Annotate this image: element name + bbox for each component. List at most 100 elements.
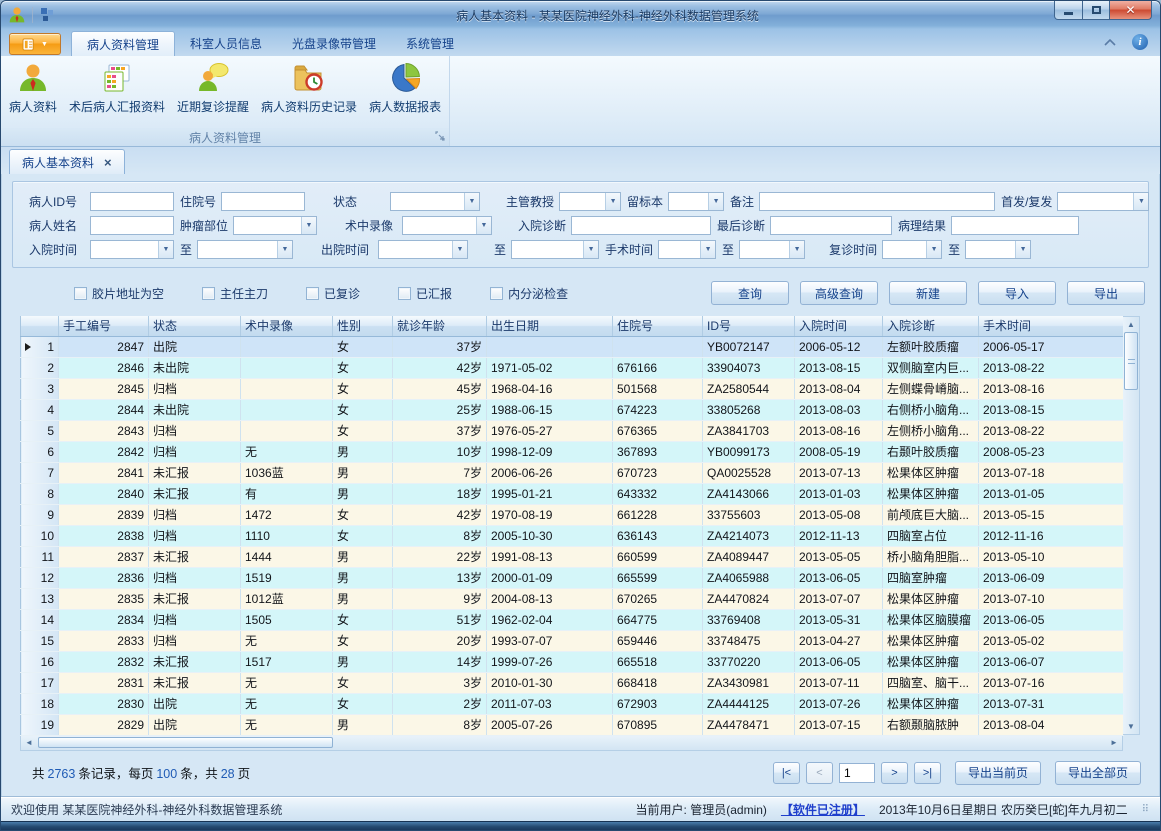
minimize-button[interactable] bbox=[1054, 1, 1083, 20]
intraop-video-combo[interactable]: ▼ bbox=[402, 216, 492, 235]
status-combo[interactable]: ▼ bbox=[390, 192, 480, 211]
chevron-down-icon[interactable]: ▼ bbox=[789, 241, 804, 258]
next-page-button[interactable]: > bbox=[881, 762, 908, 784]
followup-time-to-combo[interactable]: ▼ bbox=[965, 240, 1031, 259]
checkbox-icon[interactable] bbox=[490, 287, 503, 300]
specimen-combo[interactable]: ▼ bbox=[668, 192, 724, 211]
chevron-down-icon[interactable]: ▼ bbox=[277, 241, 292, 258]
table-row[interactable]: 22846未出院女42岁1971-05-02676166339040732013… bbox=[21, 357, 1124, 378]
followed-up-checkbox[interactable]: 已复诊 bbox=[306, 285, 360, 302]
close-button[interactable]: ✕ bbox=[1110, 1, 1152, 20]
professor-combo[interactable]: ▼ bbox=[559, 192, 621, 211]
table-row[interactable]: 112837未汇报1444男22岁1991-08-13660599ZA40894… bbox=[21, 546, 1124, 567]
export-all-pages-button[interactable]: 导出全部页 bbox=[1055, 761, 1141, 785]
info-icon[interactable]: i bbox=[1132, 34, 1148, 50]
chevron-down-icon[interactable]: ▼ bbox=[1133, 193, 1148, 210]
table-row[interactable]: 122836归档1519男13岁2000-01-09665599ZA406598… bbox=[21, 567, 1124, 588]
vertical-scroll-thumb[interactable] bbox=[1124, 332, 1138, 390]
table-row[interactable]: 152833归档无女20岁1993-07-0765944633748475201… bbox=[21, 630, 1124, 651]
table-row[interactable]: 52843归档女37岁1976-05-27676365ZA38417032013… bbox=[21, 420, 1124, 441]
ribbon-tab-department-staff-info[interactable]: 科室人员信息 bbox=[175, 31, 277, 56]
license-registered-link[interactable]: 【软件已注册】 bbox=[781, 801, 865, 818]
column-header-住院号[interactable]: 住院号 bbox=[613, 316, 703, 336]
surgery-time-from-combo[interactable]: ▼ bbox=[658, 240, 716, 259]
table-row[interactable]: 192829出院无男8岁2005-07-26670895ZA4478471201… bbox=[21, 714, 1124, 735]
table-row[interactable]: 92839归档1472女42岁1970-08-19661228337556032… bbox=[21, 504, 1124, 525]
table-row[interactable]: 172831未汇报无女3岁2010-01-30668418ZA343098120… bbox=[21, 672, 1124, 693]
export-current-page-button[interactable]: 导出当前页 bbox=[955, 761, 1041, 785]
remarks-input[interactable] bbox=[759, 192, 995, 211]
chevron-down-icon[interactable]: ▼ bbox=[700, 241, 715, 258]
patient-report-button[interactable]: 病人数据报表 bbox=[363, 58, 447, 128]
chevron-down-icon[interactable]: ▼ bbox=[158, 241, 173, 258]
vertical-scrollbar[interactable]: ▲ ▼ bbox=[1123, 316, 1140, 735]
tab-patient-basic-info[interactable]: 病人基本资料 × bbox=[9, 149, 125, 174]
checkbox-icon[interactable] bbox=[398, 287, 411, 300]
discharge-time-from-combo[interactable]: ▼ bbox=[378, 240, 468, 259]
scroll-right-icon[interactable]: ► bbox=[1106, 736, 1122, 749]
followup-time-from-combo[interactable]: ▼ bbox=[882, 240, 942, 259]
patient-data-button[interactable]: 病人资料 bbox=[3, 58, 63, 128]
table-row[interactable]: 72841未汇报1036蓝男7岁2006-06-26670723QA002552… bbox=[21, 462, 1124, 483]
checkbox-icon[interactable] bbox=[74, 287, 87, 300]
scroll-up-icon[interactable]: ▲ bbox=[1123, 317, 1139, 332]
column-header-手工编号[interactable]: 手工编号 bbox=[59, 316, 149, 336]
ribbon-tab-disc-video-management[interactable]: 光盘录像带管理 bbox=[277, 31, 391, 56]
chevron-down-icon[interactable]: ▼ bbox=[605, 193, 620, 210]
table-row[interactable]: 12847出院女37岁YB00721472006-05-12左额叶胶质瘤2006… bbox=[21, 336, 1124, 357]
reported-checkbox[interactable]: 已汇报 bbox=[398, 285, 452, 302]
column-header-手术时间[interactable]: 手术时间 bbox=[979, 316, 1124, 336]
table-row[interactable]: 32845归档女45岁1968-04-16501568ZA25805442013… bbox=[21, 378, 1124, 399]
patient-name-input[interactable] bbox=[90, 216, 174, 235]
table-row[interactable]: 132835未汇报1012蓝男9岁2004-08-13670265ZA44708… bbox=[21, 588, 1124, 609]
checkbox-icon[interactable] bbox=[202, 287, 215, 300]
followup-reminder-button[interactable]: 近期复诊提醒 bbox=[171, 58, 255, 128]
discharge-time-to-combo[interactable]: ▼ bbox=[511, 240, 599, 259]
first-page-button[interactable]: |< bbox=[773, 762, 800, 784]
chief-surgeon-checkbox[interactable]: 主任主刀 bbox=[202, 285, 268, 302]
export-button[interactable]: 导出 bbox=[1067, 281, 1145, 305]
checkbox-icon[interactable] bbox=[306, 287, 319, 300]
patient-id-input[interactable] bbox=[90, 192, 174, 211]
new-button[interactable]: 新建 bbox=[889, 281, 967, 305]
ribbon-tab-patient-data-management[interactable]: 病人资料管理 bbox=[71, 31, 175, 56]
ribbon-tab-system-management[interactable]: 系统管理 bbox=[391, 31, 469, 56]
pathology-result-input[interactable] bbox=[951, 216, 1079, 235]
scroll-left-icon[interactable]: ◄ bbox=[21, 736, 37, 749]
advanced-query-button[interactable]: 高级查询 bbox=[800, 281, 878, 305]
chevron-down-icon[interactable]: ▼ bbox=[464, 193, 479, 210]
admission-time-from-combo[interactable]: ▼ bbox=[90, 240, 174, 259]
admission-no-input[interactable] bbox=[221, 192, 305, 211]
collapse-ribbon-icon[interactable] bbox=[1104, 39, 1116, 46]
resize-grip-icon[interactable]: ⠿ bbox=[1142, 804, 1150, 815]
prev-page-button[interactable]: < bbox=[806, 762, 833, 784]
chevron-down-icon[interactable]: ▼ bbox=[452, 241, 467, 258]
horizontal-scrollbar[interactable]: ◄ ► bbox=[20, 736, 1123, 751]
close-tab-icon[interactable]: × bbox=[104, 156, 112, 169]
last-page-button[interactable]: >| bbox=[914, 762, 941, 784]
tumor-site-combo[interactable]: ▼ bbox=[233, 216, 317, 235]
admission-time-to-combo[interactable]: ▼ bbox=[197, 240, 293, 259]
column-header-入院时间[interactable]: 入院时间 bbox=[795, 316, 883, 336]
quick-access-icon[interactable] bbox=[39, 7, 55, 23]
film-address-empty-checkbox[interactable]: 胶片地址为空 bbox=[74, 285, 164, 302]
table-row[interactable]: 62842归档无男10岁1998-12-09367893YB0099173200… bbox=[21, 441, 1124, 462]
dialog-launcher-icon[interactable] bbox=[435, 131, 445, 141]
column-header-入院诊断[interactable]: 入院诊断 bbox=[883, 316, 979, 336]
table-row[interactable]: 182830出院无女2岁2011-07-03672903ZA4444125201… bbox=[21, 693, 1124, 714]
page-number-input[interactable] bbox=[839, 763, 875, 783]
scroll-down-icon[interactable]: ▼ bbox=[1123, 719, 1139, 734]
surgery-time-to-combo[interactable]: ▼ bbox=[739, 240, 805, 259]
column-header-ID号[interactable]: ID号 bbox=[703, 316, 795, 336]
admission-diagnosis-input[interactable] bbox=[571, 216, 711, 235]
postop-report-button[interactable]: 术后病人汇报资料 bbox=[63, 58, 171, 128]
chevron-down-icon[interactable]: ▼ bbox=[476, 217, 491, 234]
column-header-就诊年龄[interactable]: 就诊年龄 bbox=[393, 316, 487, 336]
endocrine-exam-checkbox[interactable]: 内分泌检查 bbox=[490, 285, 568, 302]
column-header-性别[interactable]: 性别 bbox=[333, 316, 393, 336]
final-diagnosis-input[interactable] bbox=[770, 216, 892, 235]
chevron-down-icon[interactable]: ▼ bbox=[301, 217, 316, 234]
column-header-row-selector[interactable] bbox=[21, 316, 59, 336]
import-button[interactable]: 导入 bbox=[978, 281, 1056, 305]
column-header-状态[interactable]: 状态 bbox=[149, 316, 241, 336]
